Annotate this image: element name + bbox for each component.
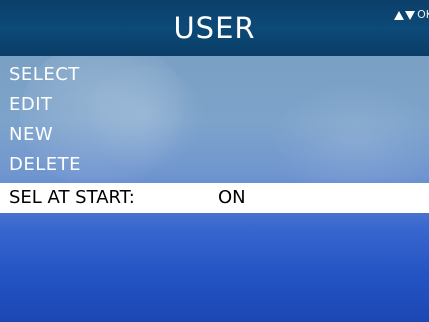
menu-item-delete[interactable]: DELETE	[0, 150, 429, 180]
triangle-up-icon	[394, 10, 405, 20]
menu-item-select[interactable]: SELECT	[0, 60, 429, 90]
setting-label: SEL AT START:	[9, 187, 135, 208]
ok-hint-label: OK	[417, 8, 429, 21]
header-bar: USER OK	[0, 0, 429, 56]
user-menu-screen: USER OK SELECT EDIT NEW DELETE SEL AT ST…	[0, 0, 429, 322]
navigation-hint: OK	[394, 6, 429, 24]
setting-value: ON	[218, 187, 246, 208]
menu-item-new[interactable]: NEW	[0, 120, 429, 150]
menu-item-edit[interactable]: EDIT	[0, 90, 429, 120]
user-menu-list: SELECT EDIT NEW DELETE	[0, 60, 429, 180]
page-title: USER	[173, 11, 256, 45]
sel-at-start-row[interactable]: SEL AT START: ON	[0, 183, 429, 213]
triangle-down-icon	[405, 10, 416, 20]
